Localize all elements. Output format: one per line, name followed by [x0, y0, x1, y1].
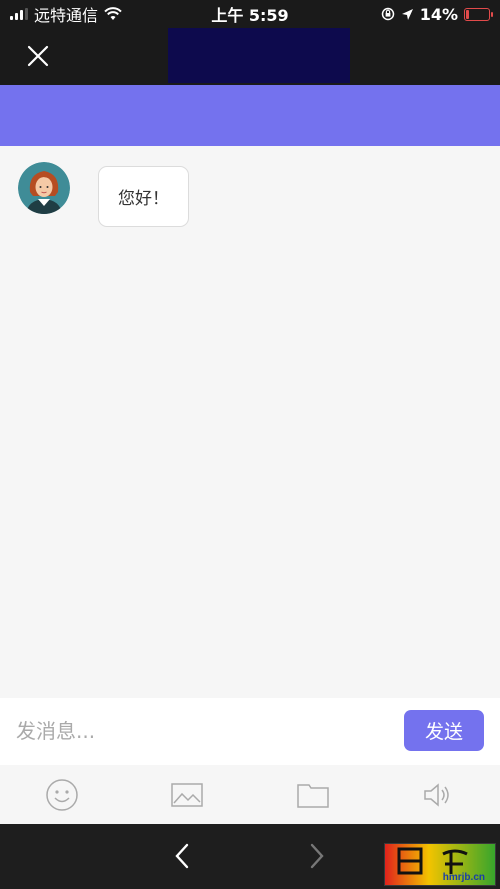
avatar-image: [18, 162, 70, 214]
top-nav-bar: [0, 28, 500, 85]
folder-icon[interactable]: [295, 777, 331, 813]
back-arrow-icon[interactable]: [172, 842, 192, 870]
agent-avatar: [18, 162, 70, 214]
location-icon: [401, 8, 413, 20]
status-right: 14%: [320, 4, 493, 24]
chat-header-banner: [0, 85, 500, 146]
composer-bar: 发送: [0, 698, 500, 765]
watermark-logo: hmrjb.cn: [384, 843, 496, 886]
battery-percent: 14%: [419, 4, 458, 24]
message-bubble: 您好！: [98, 166, 189, 227]
carrier-name: 远特通信: [34, 6, 99, 25]
message-row: 您好！: [18, 162, 189, 227]
status-time: 上午 5:59: [211, 6, 289, 25]
signal-icon: [10, 8, 28, 20]
speaker-icon[interactable]: [420, 777, 456, 813]
battery-fill: [466, 9, 470, 19]
send-button[interactable]: 发送: [404, 710, 484, 751]
status-left: 远特通信: [10, 2, 180, 26]
chat-message-area[interactable]: 您好！: [0, 146, 500, 698]
image-icon[interactable]: [169, 777, 205, 813]
page-title-block: [168, 28, 350, 83]
forward-arrow-icon[interactable]: [307, 842, 327, 870]
status-bar: 远特通信 上午 5:59 14%: [0, 0, 500, 28]
watermark-text: hmrjb.cn: [442, 872, 485, 883]
battery-icon: [464, 7, 493, 21]
message-input[interactable]: [16, 716, 386, 746]
close-icon[interactable]: [24, 42, 52, 70]
wifi-icon: [104, 7, 122, 20]
composer-toolbar: [0, 765, 500, 824]
orientation-lock-icon: [381, 7, 394, 21]
emoji-icon[interactable]: [44, 777, 80, 813]
